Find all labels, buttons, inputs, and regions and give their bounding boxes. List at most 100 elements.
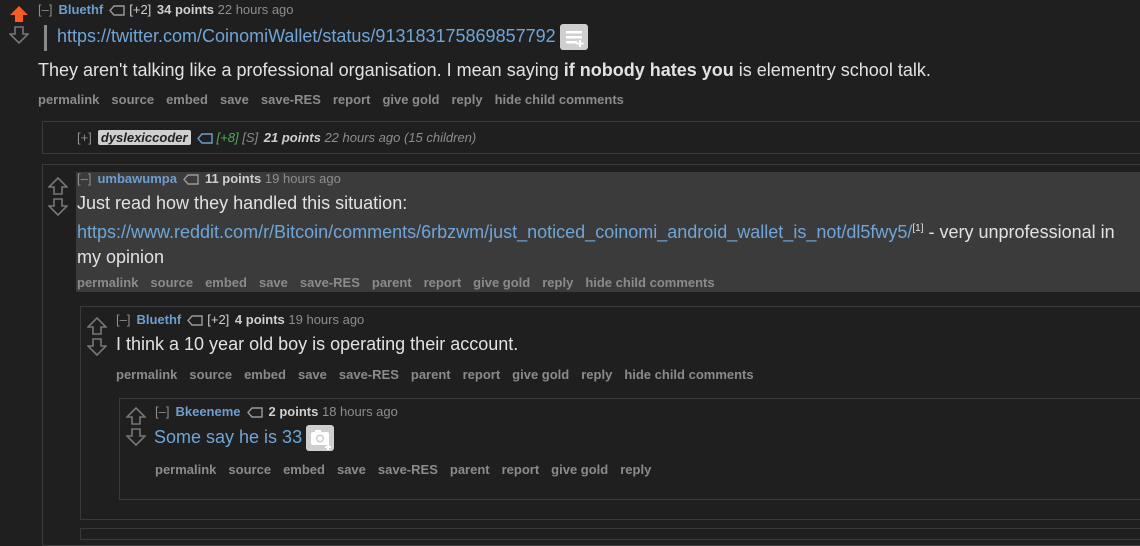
- upvote-arrow-icon[interactable]: [126, 406, 146, 426]
- tag-icon[interactable]: [196, 133, 213, 144]
- reply-button[interactable]: reply: [452, 92, 483, 107]
- embed-button[interactable]: embed: [205, 275, 247, 290]
- comment-tagline: [–] umbawumpa 11 points 19 hours ago: [77, 171, 341, 186]
- downvote-arrow-icon[interactable]: [9, 25, 29, 45]
- source-button[interactable]: source: [111, 92, 154, 107]
- tag-icon[interactable]: [109, 5, 125, 16]
- comment-tagline: [–] Bkeeneme 2 points 18 hours ago: [155, 404, 398, 419]
- timestamp: 19 hours ago: [264, 171, 341, 186]
- give-gold-button[interactable]: give gold: [512, 367, 569, 382]
- author-link[interactable]: Bluethf: [58, 2, 103, 17]
- save-res-button[interactable]: save-RES: [339, 367, 399, 382]
- embed-button[interactable]: embed: [244, 367, 286, 382]
- body-bold-text: if nobody hates you: [563, 60, 734, 80]
- reply-button[interactable]: reply: [542, 275, 573, 290]
- comment-body: They aren't talking like a professional …: [38, 58, 1128, 83]
- save-button[interactable]: save: [337, 462, 366, 477]
- permalink-button[interactable]: permalink: [155, 462, 216, 477]
- collapse-toggle[interactable]: [–]: [77, 171, 91, 186]
- hide-child-comments-button[interactable]: hide child comments: [495, 92, 624, 107]
- permalink-button[interactable]: permalink: [116, 367, 177, 382]
- comment-link-line: https://twitter.com/CoinomiWallet/status…: [57, 24, 588, 51]
- timestamp: 19 hours ago: [288, 312, 365, 327]
- downvote-arrow-icon[interactable]: [126, 427, 146, 447]
- comment-tagline: [–] Bluethf [+2] 34 points 22 hours ago: [38, 2, 294, 17]
- parent-button[interactable]: parent: [450, 462, 490, 477]
- reply-button[interactable]: reply: [581, 367, 612, 382]
- permalink-button[interactable]: permalink: [38, 92, 99, 107]
- upvote-arrow-icon[interactable]: [87, 316, 107, 336]
- source-button[interactable]: source: [228, 462, 271, 477]
- vote-weight: [+2]: [129, 2, 152, 17]
- hide-child-comments-button[interactable]: hide child comments: [624, 367, 753, 382]
- embed-button[interactable]: embed: [166, 92, 208, 107]
- save-res-button[interactable]: save-RES: [261, 92, 321, 107]
- comment-body: I think a 10 year old boy is operating t…: [116, 334, 519, 354]
- body-link-text[interactable]: Some say he is 33: [154, 427, 302, 447]
- report-button[interactable]: report: [502, 462, 540, 477]
- vote-arrows: [48, 176, 68, 217]
- score: 21 points: [263, 130, 321, 145]
- give-gold-button[interactable]: give gold: [473, 275, 530, 290]
- flat-list-buttons: permalink source embed save save-RES parent re…: [155, 462, 663, 477]
- report-button[interactable]: report: [424, 275, 462, 290]
- give-gold-button[interactable]: give gold: [551, 462, 608, 477]
- author-link[interactable]: Bkeeneme: [175, 404, 240, 419]
- timestamp: 22 hours ago: [217, 2, 294, 17]
- upvote-arrow-icon[interactable]: [9, 4, 29, 24]
- author-link[interactable]: Bluethf: [136, 312, 181, 327]
- score: 2 points: [268, 404, 319, 419]
- comment-tagline: [–] Bluethf [+2] 4 points 19 hours ago: [116, 312, 364, 327]
- submitter-tag: [S]: [242, 130, 259, 145]
- embed-button[interactable]: embed: [283, 462, 325, 477]
- author-link[interactable]: umbawumpa: [97, 171, 176, 186]
- permalink-button[interactable]: permalink: [77, 275, 138, 290]
- score: 11 points: [204, 171, 262, 186]
- expand-toggle[interactable]: [+]: [77, 130, 92, 145]
- collapse-toggle[interactable]: [–]: [155, 404, 169, 419]
- downvote-arrow-icon[interactable]: [87, 337, 107, 357]
- reply-button[interactable]: reply: [620, 462, 651, 477]
- report-button[interactable]: report: [463, 367, 501, 382]
- save-res-button[interactable]: save-RES: [300, 275, 360, 290]
- collapse-toggle[interactable]: [–]: [116, 312, 130, 327]
- vote-arrows: [126, 406, 146, 447]
- source-button[interactable]: source: [189, 367, 232, 382]
- save-button[interactable]: save: [298, 367, 327, 382]
- body-text: is elementry school talk.: [733, 60, 931, 80]
- upvote-arrow-icon[interactable]: [48, 176, 68, 196]
- expando-image-icon[interactable]: [306, 425, 335, 452]
- source-button[interactable]: source: [150, 275, 193, 290]
- reddit-link[interactable]: https://www.reddit.com/r/Bitcoin/comment…: [77, 222, 912, 242]
- save-button[interactable]: save: [220, 92, 249, 107]
- flat-list-buttons: permalink source embed save save-RES report gi…: [38, 92, 636, 107]
- timestamp: 18 hours ago: [321, 404, 398, 419]
- score: 4 points: [234, 312, 285, 327]
- hide-child-comments-button[interactable]: hide child comments: [585, 275, 714, 290]
- tag-icon[interactable]: [246, 407, 263, 418]
- vote-arrows: [9, 4, 29, 45]
- save-res-button[interactable]: save-RES: [378, 462, 438, 477]
- give-gold-button[interactable]: give gold: [382, 92, 439, 107]
- tweet-link[interactable]: https://twitter.com/CoinomiWallet/status…: [57, 26, 556, 46]
- score: 34 points: [156, 2, 214, 17]
- body-text: Just read how they handled this situatio…: [77, 193, 408, 213]
- quote-bar: [44, 25, 47, 51]
- parent-button[interactable]: parent: [372, 275, 412, 290]
- report-button[interactable]: report: [333, 92, 371, 107]
- children-count: (15 children): [403, 130, 477, 145]
- collapsed-tagline: [+] dyslexiccoder [+8] [S] 21 points 22 ho…: [77, 130, 476, 145]
- downvote-arrow-icon[interactable]: [48, 197, 68, 217]
- timestamp: 22 hours ago: [324, 130, 401, 145]
- vote-weight: [+8]: [216, 130, 239, 145]
- save-button[interactable]: save: [259, 275, 288, 290]
- tag-icon[interactable]: [183, 174, 199, 185]
- tag-icon[interactable]: [187, 315, 203, 326]
- author-link[interactable]: dyslexiccoder: [97, 130, 191, 145]
- flat-list-buttons: permalink source embed save save-RES parent re…: [116, 367, 766, 382]
- expando-text-icon[interactable]: [559, 24, 588, 51]
- collapse-toggle[interactable]: [–]: [38, 2, 52, 17]
- parent-button[interactable]: parent: [411, 367, 451, 382]
- comment-body: Some say he is 33: [154, 425, 335, 452]
- flat-list-buttons: permalink source embed save save-RES parent re…: [77, 275, 727, 290]
